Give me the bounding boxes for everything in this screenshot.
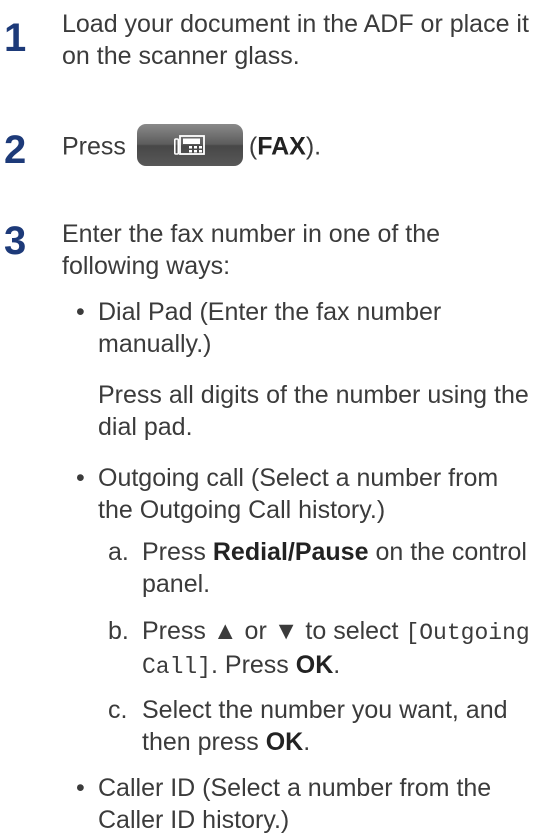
dialpad-option-detail: Press all digits of the number using the…	[98, 381, 529, 441]
substep-c-text: Select the number you want, and then pre…	[142, 696, 508, 756]
ok-key: OK	[295, 651, 334, 679]
fax-label: FAX	[257, 132, 306, 161]
callerid-option-title: Caller ID (Select a number from the Call…	[98, 774, 492, 834]
substep-a-text: Press Redial/Pause on the control panel.	[142, 538, 527, 598]
step-number-3: 3	[4, 219, 27, 263]
fax-icon	[173, 135, 205, 155]
substep-a-letter: a.	[108, 538, 129, 566]
paren-close: ).	[305, 132, 322, 161]
step-2-text: Press (FAX).	[62, 124, 322, 169]
paren-open: (	[248, 132, 258, 161]
substep-b-letter: b.	[108, 617, 129, 645]
dialpad-option-title: Dial Pad (Enter the fax number manually.…	[98, 298, 442, 358]
redial-pause-key: Redial/Pause	[212, 538, 369, 566]
substep-c-letter: c.	[108, 696, 128, 724]
step-3-text: Enter the fax number in one of the follo…	[62, 220, 441, 280]
step-number-2: 2	[4, 128, 27, 172]
bullet: •	[76, 464, 85, 492]
press-label: Press	[62, 132, 126, 161]
substep-b-text: Press ▲ or ▼ to select [Outgoing Call]. …	[142, 617, 530, 680]
bullet: •	[76, 774, 85, 802]
outgoing-option-title: Outgoing call (Select a number from the …	[98, 464, 499, 524]
fax-button[interactable]	[136, 124, 243, 166]
step-1-text: Load your document in the ADF or place i…	[62, 10, 529, 70]
ok-key: OK	[265, 728, 304, 756]
bullet: •	[76, 298, 85, 326]
step-number-1: 1	[4, 16, 27, 60]
